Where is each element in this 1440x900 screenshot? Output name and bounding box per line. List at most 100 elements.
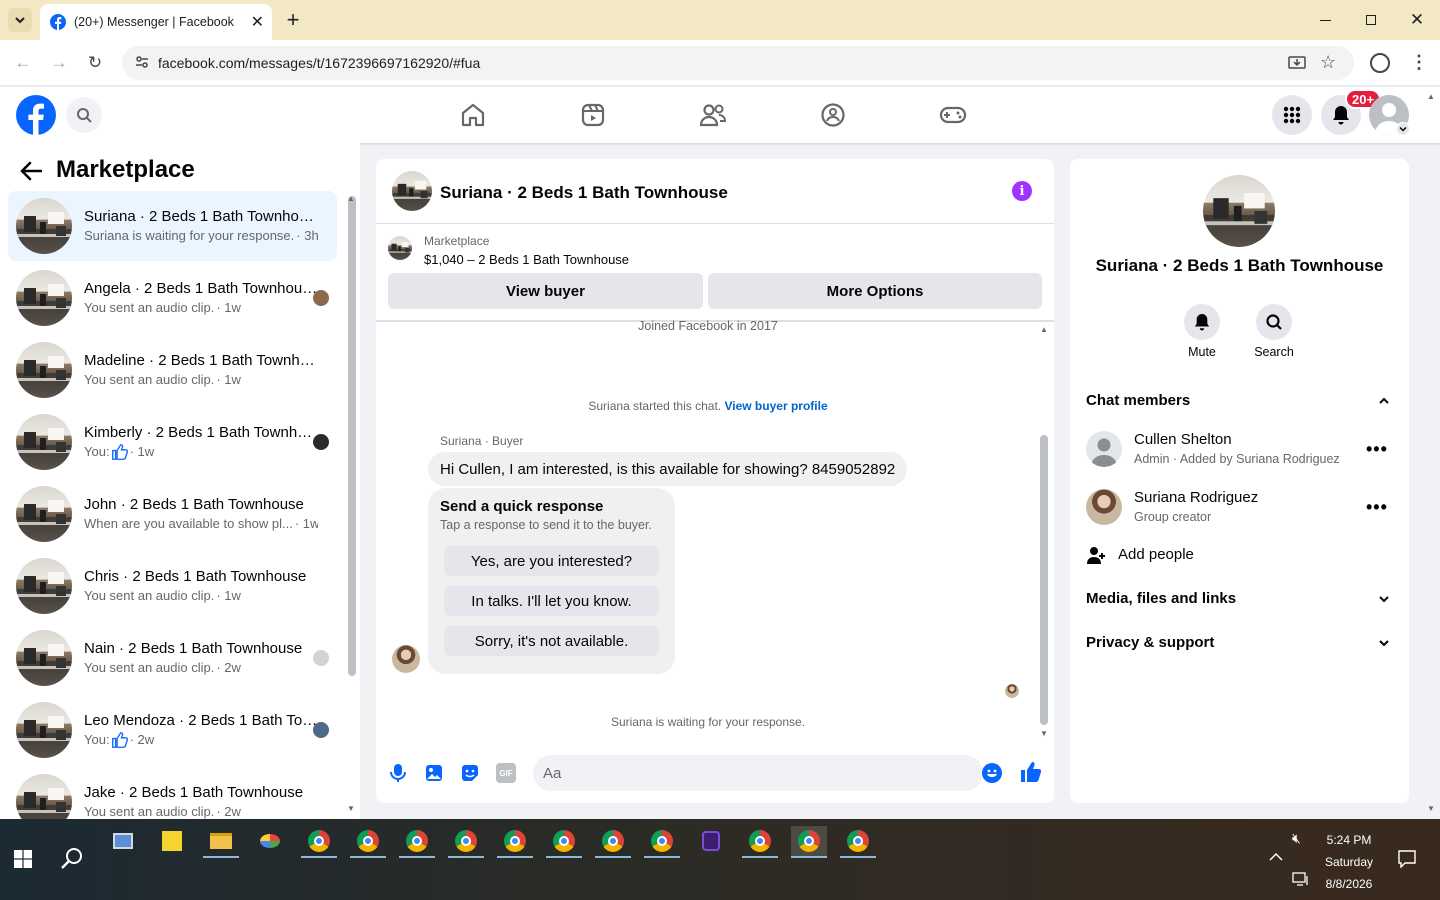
page-scroll-down-icon[interactable]: ▼ <box>1427 804 1435 813</box>
taskbar-search-icon[interactable] <box>60 846 84 870</box>
scroll-up-icon[interactable]: ▲ <box>347 194 355 203</box>
thumbs-up-send-icon[interactable] <box>1020 761 1042 783</box>
account-dropdown[interactable] <box>1396 122 1410 136</box>
conversation-item[interactable]: Angela · 2 Beds 1 Bath Townhouse You sent… <box>8 263 337 333</box>
chrome-icon[interactable] <box>399 826 435 856</box>
member-options-icon[interactable]: ••• <box>1366 497 1388 518</box>
quick-reply-in-talks[interactable]: In talks. I'll let you know. <box>444 586 659 616</box>
add-person-icon[interactable] <box>1086 545 1106 565</box>
menu-button[interactable] <box>1272 95 1312 135</box>
gif-icon[interactable]: GIF <box>496 763 516 783</box>
listing-price[interactable]: $1,040 – 2 Beds 1 Bath Townhouse <box>424 252 629 267</box>
quick-reply-yes[interactable]: Yes, are you interested? <box>444 546 659 576</box>
member-name[interactable]: Cullen Shelton <box>1134 431 1232 448</box>
list-scrollbar[interactable] <box>348 196 356 676</box>
chrome-icon[interactable] <box>644 826 680 856</box>
app-icon[interactable] <box>693 826 729 856</box>
scroll-down-icon[interactable]: ▼ <box>1040 729 1048 738</box>
conversation-item[interactable]: Nain · 2 Beds 1 Bath Townhouse You sent a… <box>8 623 337 693</box>
view-buyer-profile-link[interactable]: View buyer profile <box>724 399 827 413</box>
action-center-icon[interactable] <box>1398 850 1416 868</box>
mute-button[interactable] <box>1184 304 1220 340</box>
chrome-icon[interactable] <box>546 826 582 856</box>
window-close-icon[interactable]: ✕ <box>1406 8 1428 32</box>
paint-icon[interactable] <box>252 826 288 856</box>
conversation-item[interactable]: Suriana · 2 Beds 1 Bath Townhouse Suriana… <box>8 191 337 261</box>
nav-home[interactable] <box>458 101 488 129</box>
reload-icon[interactable]: ↻ <box>80 48 110 78</box>
chevron-down-icon[interactable] <box>1378 593 1390 605</box>
conversation-item[interactable]: John · 2 Beds 1 Bath Townhouse When are y… <box>8 479 337 549</box>
nav-groups[interactable] <box>818 101 848 129</box>
view-buyer-button[interactable]: View buyer <box>388 273 703 309</box>
restore-icon[interactable] <box>1360 10 1382 30</box>
nav-video[interactable] <box>578 101 608 129</box>
back-icon[interactable]: ← <box>8 48 38 78</box>
close-tab-icon[interactable]: ✕ <box>251 12 264 32</box>
chrome-icon[interactable] <box>742 826 778 856</box>
remote-desktop-icon[interactable] <box>105 826 141 856</box>
sticker-icon[interactable] <box>460 763 480 783</box>
network-icon[interactable] <box>1292 872 1310 886</box>
windows-start-icon[interactable] <box>14 850 32 868</box>
chevron-down-icon[interactable] <box>1378 637 1390 649</box>
add-people-button[interactable]: Add people <box>1118 546 1194 563</box>
profile-icon[interactable] <box>1370 53 1390 73</box>
nav-friends[interactable] <box>698 101 728 129</box>
member-options-icon[interactable]: ••• <box>1366 439 1388 460</box>
nav-gaming[interactable] <box>938 101 968 129</box>
privacy-support-section[interactable]: Privacy & support <box>1086 634 1214 651</box>
chrome-icon[interactable] <box>448 826 484 856</box>
search-button[interactable] <box>66 97 102 133</box>
member-avatar[interactable] <box>1086 489 1122 525</box>
new-tab-icon[interactable]: + <box>282 7 304 32</box>
chrome-menu-icon[interactable]: ⋮ <box>1410 52 1428 73</box>
volume-muted-icon[interactable]: 🔇︎ <box>1292 830 1301 847</box>
facebook-logo-icon[interactable] <box>16 95 56 135</box>
back-arrow-icon[interactable] <box>20 161 42 181</box>
chat-title[interactable]: Suriana · 2 Beds 1 Bath Townhouse <box>440 183 728 203</box>
mic-icon[interactable] <box>388 763 408 783</box>
bookmark-star-icon[interactable]: ☆ <box>1320 52 1336 73</box>
scroll-down-icon[interactable]: ▼ <box>347 804 355 813</box>
site-settings-icon[interactable] <box>134 54 150 70</box>
chrome-icon[interactable] <box>840 826 876 856</box>
listing-thumbnail[interactable] <box>388 236 412 260</box>
quick-reply-not-available[interactable]: Sorry, it's not available. <box>444 626 659 656</box>
member-name[interactable]: Suriana Rodriguez <box>1134 489 1258 506</box>
chrome-icon[interactable] <box>301 826 337 856</box>
tab-search-button[interactable] <box>8 8 32 32</box>
file-explorer-icon[interactable] <box>203 826 239 856</box>
more-options-button[interactable]: More Options <box>708 273 1042 309</box>
message-input[interactable]: Aa <box>533 755 983 791</box>
address-bar[interactable]: facebook.com/messages/t/1672396697162920… <box>122 46 1354 80</box>
minimize-icon[interactable] <box>1314 10 1336 30</box>
page-scroll-up-icon[interactable]: ▲ <box>1427 92 1435 101</box>
member-avatar[interactable] <box>1086 431 1122 467</box>
conversation-item[interactable]: Chris · 2 Beds 1 Bath Townhouse You sent … <box>8 551 337 621</box>
info-icon[interactable]: i <box>1012 181 1032 201</box>
chrome-icon[interactable] <box>497 826 533 856</box>
chrome-icon[interactable] <box>791 826 827 856</box>
scroll-up-icon[interactable]: ▲ <box>1040 325 1048 334</box>
conversation-item[interactable]: Kimberly · 2 Beds 1 Bath Townhouse You: · … <box>8 407 337 477</box>
conversation-item[interactable]: Madeline · 2 Beds 1 Bath Townhouse You se… <box>8 335 337 405</box>
forward-icon[interactable]: → <box>44 48 74 78</box>
media-files-links-section[interactable]: Media, files and links <box>1086 590 1236 607</box>
install-app-icon[interactable] <box>1288 54 1306 72</box>
taskbar-clock[interactable]: 5:24 PM Saturday 8/8/2026 <box>1312 829 1386 895</box>
photo-icon[interactable] <box>424 763 444 783</box>
details-avatar[interactable] <box>1203 175 1275 247</box>
browser-tab[interactable]: (20+) Messenger | Facebook ✕ <box>40 4 272 40</box>
buyer-avatar[interactable] <box>392 645 420 673</box>
search-in-chat-button[interactable] <box>1256 304 1292 340</box>
chrome-icon[interactable] <box>595 826 631 856</box>
chevron-up-icon[interactable] <box>1378 395 1390 407</box>
tray-expand-icon[interactable] <box>1269 852 1283 862</box>
chrome-icon[interactable] <box>350 826 386 856</box>
chat-avatar[interactable] <box>392 171 432 211</box>
conversation-item[interactable]: Leo Mendoza · 2 Beds 1 Bath Townhouse You… <box>8 695 337 765</box>
chat-members-header[interactable]: Chat members <box>1086 392 1190 409</box>
chat-scrollbar[interactable] <box>1040 435 1048 725</box>
emoji-icon[interactable] <box>982 763 1002 783</box>
